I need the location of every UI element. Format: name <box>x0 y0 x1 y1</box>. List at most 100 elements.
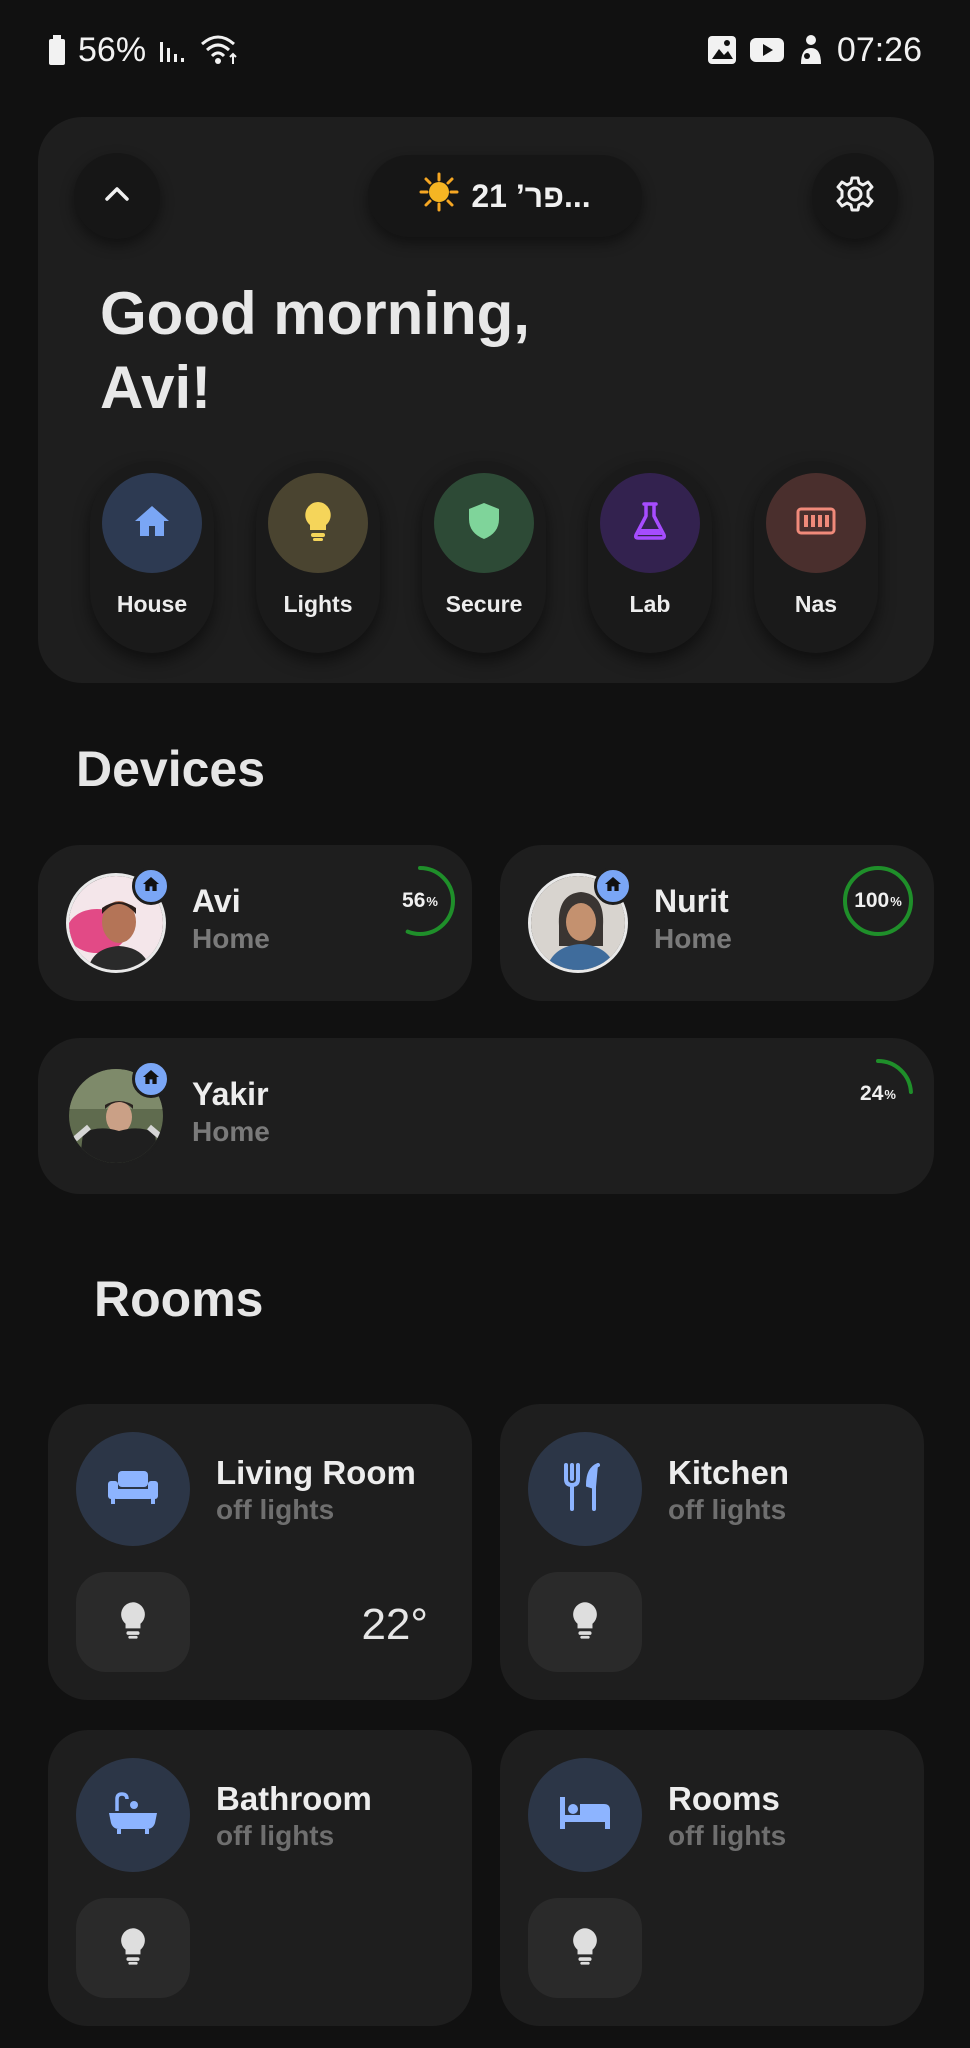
room-status: off lights <box>216 1820 335 1851</box>
device-name: Avi <box>192 883 241 919</box>
status-left: 56% <box>48 31 240 70</box>
cutlery-icon <box>562 1462 608 1516</box>
room-temperature: 22° <box>361 1600 428 1649</box>
room-status: off lights <box>668 1494 787 1525</box>
shortcut-label: Secure <box>445 591 523 617</box>
flask-icon <box>632 501 668 546</box>
greeting-line2: Avi! <box>100 354 212 421</box>
device-name: Yakir <box>192 1076 269 1112</box>
shortcut-lab[interactable]: Lab <box>588 461 712 653</box>
collapse-button[interactable] <box>74 153 160 239</box>
device-name: Nurit <box>654 883 729 919</box>
gear-icon <box>836 175 874 218</box>
bathtub-icon <box>107 1791 159 1840</box>
shortcut-icon-circle <box>102 473 202 573</box>
greeting: Good morning, Avi! <box>100 277 700 425</box>
light-toggle-button[interactable] <box>76 1898 190 1998</box>
battery-ring: 24% <box>840 1056 916 1132</box>
home-icon <box>133 504 171 543</box>
shield-icon <box>467 501 501 546</box>
device-status: Home <box>192 923 270 954</box>
shortcut-label: Lights <box>283 591 353 617</box>
settings-button[interactable] <box>812 153 898 239</box>
room-card-bathroom[interactable]: Bathroom off lights <box>48 1730 472 2026</box>
lightbulb-icon <box>119 1926 147 1971</box>
shortcut-nas[interactable]: Nas <box>754 461 878 653</box>
room-name: Bathroom <box>216 1780 372 1817</box>
shortcut-icon-circle <box>766 473 866 573</box>
status-right: 07:26 <box>707 31 922 70</box>
home-icon <box>142 876 160 897</box>
shortcut-icon-circle <box>600 473 700 573</box>
sun-icon <box>419 172 459 220</box>
shortcut-label: Nas <box>794 591 838 617</box>
home-icon <box>142 1069 160 1090</box>
room-icon-circle <box>528 1432 642 1546</box>
room-name: Living Room <box>216 1454 416 1491</box>
shortcut-label: Lab <box>629 591 671 617</box>
shortcut-icon-circle <box>268 473 368 573</box>
percent-sign: % <box>426 893 438 909</box>
shortcut-icon-circle <box>434 473 534 573</box>
home-badge <box>132 1060 170 1098</box>
home-badge <box>594 867 632 905</box>
devices-title: Devices <box>76 741 266 797</box>
room-card-kitchen[interactable]: Kitchen off lights <box>500 1404 924 1700</box>
battery-value: 24 <box>860 1082 884 1105</box>
light-toggle-button[interactable] <box>76 1572 190 1672</box>
home-icon <box>604 876 622 897</box>
weather-pill[interactable]: 21 ’פר... <box>368 155 642 237</box>
device-status: Home <box>192 1116 270 1147</box>
lightbulb-icon <box>303 500 333 547</box>
clock: 07:26 <box>836 30 922 69</box>
room-icon-circle <box>528 1758 642 1872</box>
hero-card: 21 ’פר... Good morning, Avi! House Light… <box>38 117 934 683</box>
battery-text: 56% <box>382 863 458 939</box>
light-toggle-button[interactable] <box>528 1898 642 1998</box>
wifi-icon <box>200 34 240 66</box>
room-card-rooms[interactable]: Rooms off lights <box>500 1730 924 2026</box>
battery-ring: 100% <box>840 863 916 939</box>
lightbulb-icon <box>571 1600 599 1645</box>
youtube-icon <box>749 36 785 64</box>
chevron-up-icon <box>103 185 131 208</box>
shortcut-lights[interactable]: Lights <box>256 461 380 653</box>
battery-ring: 56% <box>382 863 458 939</box>
status-bar: 56% 07:26 <box>0 0 970 100</box>
light-toggle-button[interactable] <box>528 1572 642 1672</box>
bed-icon <box>558 1795 612 1836</box>
battery-value: 56 <box>402 889 426 912</box>
notification-app-icon <box>797 34 825 66</box>
gallery-icon <box>707 35 737 65</box>
percent-sign: % <box>890 893 902 909</box>
greeting-line1: Good morning, <box>100 280 530 347</box>
shortcut-row: House Lights Secure Lab Nas <box>90 461 890 653</box>
lightbulb-icon <box>119 1600 147 1645</box>
weather-text: 21 ’פר... <box>471 177 591 214</box>
device-status: Home <box>654 923 732 954</box>
percent-sign: % <box>884 1086 896 1102</box>
battery-icon <box>48 35 66 65</box>
battery-text: 100% <box>840 863 916 939</box>
room-name: Kitchen <box>668 1454 790 1491</box>
room-status: off lights <box>216 1494 335 1525</box>
battery-text: 24% <box>840 1056 916 1132</box>
device-card-nurit[interactable]: Nurit Home 100% <box>500 845 934 1001</box>
device-card-avi[interactable]: Avi Home 56% <box>38 845 472 1001</box>
lightbulb-icon <box>571 1926 599 1971</box>
room-status: off lights <box>668 1820 787 1851</box>
rooms-title: Rooms <box>94 1271 264 1327</box>
room-icon-circle <box>76 1432 190 1546</box>
shortcut-secure[interactable]: Secure <box>422 461 546 653</box>
room-card-living-room[interactable]: Living Room off lights 22° <box>48 1404 472 1700</box>
shortcut-label: House <box>116 591 188 617</box>
room-name: Rooms <box>668 1780 780 1817</box>
server-icon <box>796 507 836 540</box>
battery-value: 100 <box>854 889 890 912</box>
signal-icon <box>158 36 188 64</box>
shortcut-house[interactable]: House <box>90 461 214 653</box>
battery-percent: 56% <box>78 30 147 69</box>
room-icon-circle <box>76 1758 190 1872</box>
home-badge <box>132 867 170 905</box>
device-card-yakir[interactable]: Yakir Home 24% <box>38 1038 934 1194</box>
